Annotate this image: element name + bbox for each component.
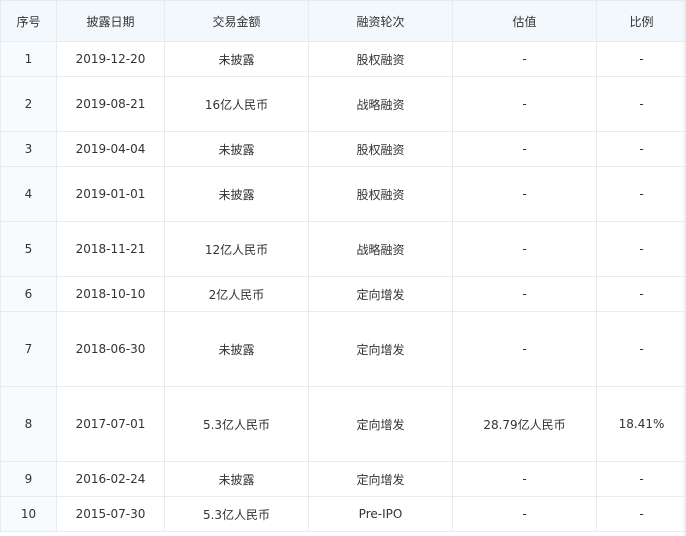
cell-ratio: - xyxy=(596,496,686,532)
cell-valuation: - xyxy=(452,496,597,532)
cell-index: 9 xyxy=(0,461,57,497)
table-row: 10 2015-07-30 5.3亿人民币 Pre-IPO - - xyxy=(0,496,686,532)
cell-amount: 12亿人民币 xyxy=(164,221,309,277)
table-row: 3 2019-04-04 未披露 股权融资 - - xyxy=(0,131,686,167)
header-transaction-amount: 交易金额 xyxy=(164,0,309,42)
header-ratio: 比例 xyxy=(596,0,686,42)
cell-valuation: - xyxy=(452,76,597,132)
cell-date: 2016-02-24 xyxy=(56,461,165,497)
cell-round: 战略融资 xyxy=(308,76,453,132)
cell-date: 2018-10-10 xyxy=(56,276,165,312)
cell-valuation: - xyxy=(452,461,597,497)
cell-amount: 未披露 xyxy=(164,461,309,497)
cell-round: 定向增发 xyxy=(308,461,453,497)
cell-valuation: - xyxy=(452,221,597,277)
header-financing-round: 融资轮次 xyxy=(308,0,453,42)
cell-date: 2017-07-01 xyxy=(56,386,165,462)
cell-amount: 未披露 xyxy=(164,311,309,387)
header-index: 序号 xyxy=(0,0,57,42)
cell-index: 6 xyxy=(0,276,57,312)
table-row: 7 2018-06-30 未披露 定向增发 - - xyxy=(0,311,686,387)
header-valuation: 估值 xyxy=(452,0,597,42)
table-row: 9 2016-02-24 未披露 定向增发 - - xyxy=(0,461,686,497)
cell-date: 2019-08-21 xyxy=(56,76,165,132)
financing-history-table: 序号 披露日期 交易金额 融资轮次 估值 比例 1 2019-12-20 未披露… xyxy=(0,0,686,532)
cell-ratio: 18.41% xyxy=(596,386,686,462)
table-row: 2 2019-08-21 16亿人民币 战略融资 - - xyxy=(0,76,686,132)
cell-valuation: - xyxy=(452,166,597,222)
financing-table-container: 序号 披露日期 交易金额 融资轮次 估值 比例 1 2019-12-20 未披露… xyxy=(0,0,686,536)
cell-amount: 未披露 xyxy=(164,131,309,167)
cell-amount: 5.3亿人民币 xyxy=(164,386,309,462)
cell-date: 2018-06-30 xyxy=(56,311,165,387)
cell-amount: 5.3亿人民币 xyxy=(164,496,309,532)
header-disclosure-date: 披露日期 xyxy=(56,0,165,42)
cell-amount: 16亿人民币 xyxy=(164,76,309,132)
table-row: 4 2019-01-01 未披露 股权融资 - - xyxy=(0,166,686,222)
cell-index: 2 xyxy=(0,76,57,132)
cell-round: 定向增发 xyxy=(308,386,453,462)
cell-valuation: - xyxy=(452,311,597,387)
cell-round: 股权融资 xyxy=(308,131,453,167)
cell-ratio: - xyxy=(596,131,686,167)
cell-ratio: - xyxy=(596,76,686,132)
cell-date: 2019-12-20 xyxy=(56,41,165,77)
cell-round: 定向增发 xyxy=(308,276,453,312)
cell-date: 2018-11-21 xyxy=(56,221,165,277)
cell-ratio: - xyxy=(596,221,686,277)
cell-round: 股权融资 xyxy=(308,41,453,77)
cell-round: 战略融资 xyxy=(308,221,453,277)
table-header-row: 序号 披露日期 交易金额 融资轮次 估值 比例 xyxy=(0,0,686,42)
cell-index: 7 xyxy=(0,311,57,387)
cell-amount: 未披露 xyxy=(164,166,309,222)
table-row: 1 2019-12-20 未披露 股权融资 - - xyxy=(0,41,686,77)
cell-valuation: - xyxy=(452,276,597,312)
table-row: 8 2017-07-01 5.3亿人民币 定向增发 28.79亿人民币 18.4… xyxy=(0,386,686,462)
cell-round: 定向增发 xyxy=(308,311,453,387)
cell-ratio: - xyxy=(596,311,686,387)
cell-amount: 2亿人民币 xyxy=(164,276,309,312)
cell-valuation: 28.79亿人民币 xyxy=(452,386,597,462)
cell-index: 5 xyxy=(0,221,57,277)
cell-index: 10 xyxy=(0,496,57,532)
cell-date: 2019-04-04 xyxy=(56,131,165,167)
table-row: 5 2018-11-21 12亿人民币 战略融资 - - xyxy=(0,221,686,277)
cell-index: 4 xyxy=(0,166,57,222)
cell-ratio: - xyxy=(596,166,686,222)
cell-ratio: - xyxy=(596,41,686,77)
scroll-edge-shadow xyxy=(682,0,686,536)
cell-index: 8 xyxy=(0,386,57,462)
cell-round: Pre-IPO xyxy=(308,496,453,532)
cell-index: 1 xyxy=(0,41,57,77)
cell-valuation: - xyxy=(452,131,597,167)
cell-amount: 未披露 xyxy=(164,41,309,77)
table-row: 6 2018-10-10 2亿人民币 定向增发 - - xyxy=(0,276,686,312)
cell-index: 3 xyxy=(0,131,57,167)
cell-date: 2015-07-30 xyxy=(56,496,165,532)
cell-ratio: - xyxy=(596,276,686,312)
cell-valuation: - xyxy=(452,41,597,77)
cell-round: 股权融资 xyxy=(308,166,453,222)
cell-ratio: - xyxy=(596,461,686,497)
cell-date: 2019-01-01 xyxy=(56,166,165,222)
